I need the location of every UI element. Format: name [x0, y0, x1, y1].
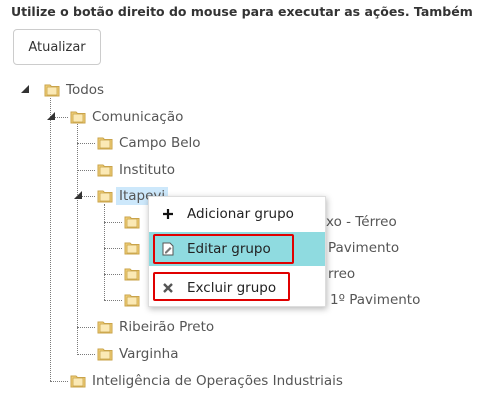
- tree-node-label: Instituto: [119, 162, 176, 178]
- folder-icon: [44, 82, 60, 98]
- folder-icon: [70, 109, 86, 125]
- tree-node-label: Todos: [66, 82, 105, 98]
- folder-icon: [124, 214, 140, 230]
- tree-node-label: Ribeirão Preto: [119, 319, 215, 335]
- highlight-box-edit: [153, 234, 294, 264]
- folder-icon: [97, 162, 113, 178]
- tree-node-todos[interactable]: Todos: [44, 79, 104, 101]
- folder-icon: [97, 319, 113, 335]
- tree-line: [104, 274, 122, 275]
- tree-line: [77, 124, 78, 353]
- folder-icon: [97, 188, 113, 204]
- plus-icon: [161, 207, 175, 221]
- highlight-box-delete: [153, 272, 290, 301]
- tree-node-label: Campo Belo: [119, 135, 201, 151]
- tree-line: [104, 222, 122, 223]
- tree-node-label: aixo - Térreo: [314, 214, 397, 230]
- tree-line: [104, 300, 122, 301]
- menu-item-label: Adicionar grupo: [187, 206, 294, 222]
- folder-icon: [70, 373, 86, 389]
- tree-node-label: 1º Pavimento: [330, 292, 421, 308]
- tree-line: [104, 248, 122, 249]
- folder-icon: [124, 240, 140, 256]
- tree-line: [77, 327, 95, 328]
- tree-node-instituto[interactable]: Instituto: [97, 159, 175, 181]
- tree-line: [50, 98, 51, 381]
- tree-line: [77, 354, 95, 355]
- group-tree-page: Utilize o botão direito do mouse para ex…: [0, 0, 484, 418]
- tree-node-label: Inteligência de Operações Industriais: [92, 373, 343, 389]
- collapse-arrow-icon[interactable]: [46, 111, 56, 121]
- collapse-arrow-icon[interactable]: [73, 190, 83, 200]
- folder-icon: [124, 266, 140, 282]
- tree-node-label: Pavimento: [328, 240, 400, 256]
- tree-line: [77, 143, 95, 144]
- tree-node-campo-belo[interactable]: Campo Belo: [97, 132, 201, 154]
- folder-icon: [97, 135, 113, 151]
- tree-node-comunicacao[interactable]: Comunicação: [70, 106, 183, 128]
- collapse-arrow-icon[interactable]: [20, 84, 30, 94]
- tree-node-ribeirao-preto[interactable]: Ribeirão Preto: [97, 316, 214, 338]
- menu-item-add-group[interactable]: Adicionar grupo: [149, 197, 325, 231]
- tree-node-varginha[interactable]: Varginha: [97, 343, 178, 365]
- folder-icon: [97, 346, 113, 362]
- tree-line: [77, 170, 95, 171]
- tree-line: [104, 204, 105, 300]
- tree-node-inteligencia[interactable]: Inteligência de Operações Industriais: [70, 370, 343, 392]
- tree-node-label: Varginha: [119, 346, 179, 362]
- tree-node-label: Comunicação: [92, 109, 184, 125]
- folder-icon: [124, 292, 140, 308]
- tree-line: [50, 381, 68, 382]
- tree-node-label: rreo: [328, 266, 356, 282]
